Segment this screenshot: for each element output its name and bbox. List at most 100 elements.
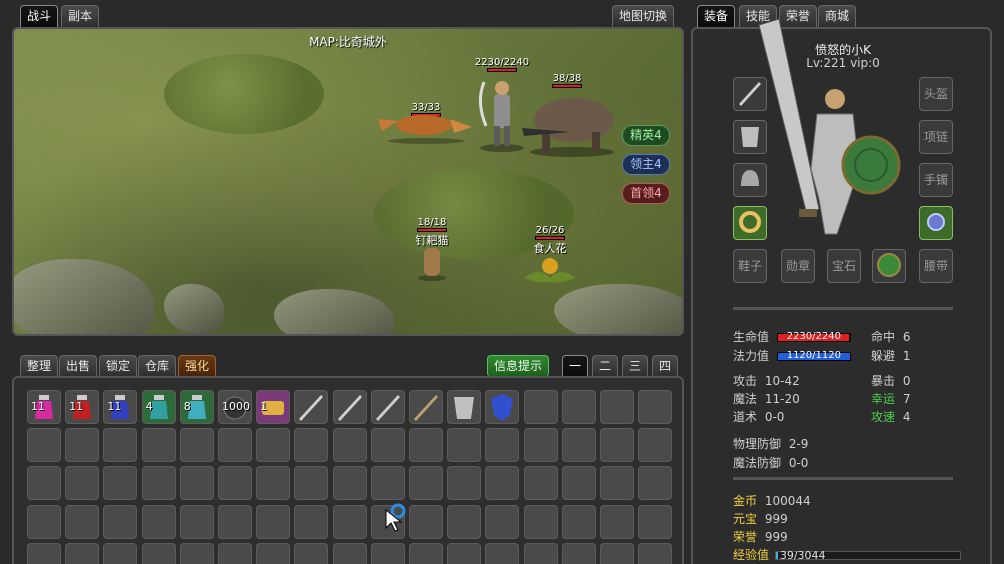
boss-filter-button[interactable]: 首领4 [622, 183, 670, 204]
inventory-slot[interactable] [523, 390, 558, 424]
inventory-slot[interactable] [561, 542, 596, 564]
equip-slot-helmet[interactable]: 头盔 [919, 77, 953, 111]
inventory-slot[interactable] [523, 542, 558, 564]
inventory-slot[interactable] [447, 466, 482, 501]
inventory-slot[interactable] [370, 466, 405, 501]
equip-slot-bracelet[interactable]: 手镯 [919, 163, 953, 197]
inventory-slot[interactable] [370, 542, 405, 564]
inventory-slot[interactable] [218, 542, 252, 564]
inventory-slot[interactable] [141, 466, 176, 501]
inventory-slot[interactable] [294, 466, 329, 501]
inventory-slot[interactable] [523, 466, 558, 501]
inventory-slot[interactable] [27, 428, 61, 463]
monster-cat[interactable]: 18/18 钉耙猫 [402, 217, 462, 285]
inventory-slot[interactable] [332, 504, 367, 539]
inventory-slot[interactable] [332, 466, 367, 501]
inventory-slot[interactable] [561, 466, 596, 501]
inventory-slot[interactable] [409, 504, 443, 539]
inventory-slot[interactable] [638, 466, 673, 501]
equip-slot-ring-right[interactable] [919, 206, 953, 240]
tab-sort[interactable]: 整理 [20, 355, 59, 377]
equip-slot-ring-left[interactable] [733, 206, 767, 240]
inventory-slot[interactable]: 8 [179, 390, 214, 424]
inventory-slot[interactable] [218, 504, 252, 539]
inventory-slot[interactable] [485, 390, 520, 424]
inventory-slot[interactable] [27, 542, 61, 564]
equip-slot-necklace[interactable]: 项链 [919, 120, 953, 154]
inventory-slot[interactable] [638, 390, 673, 424]
inventory-slot[interactable] [370, 428, 405, 463]
page-tab-3[interactable]: 三 [622, 355, 648, 377]
inventory-slot[interactable] [409, 428, 443, 463]
inventory-slot[interactable] [256, 428, 291, 463]
page-tab-1[interactable]: 一 [562, 355, 588, 377]
page-tab-2[interactable]: 二 [592, 355, 618, 377]
info-toggle-button[interactable]: 信息提示 [487, 355, 550, 377]
inventory-slot[interactable] [332, 428, 367, 463]
equip-slot-weapon[interactable] [733, 77, 767, 111]
inventory-slot[interactable] [179, 428, 214, 463]
elite-filter-button[interactable]: 精英4 [622, 125, 670, 146]
inventory-slot[interactable] [256, 504, 291, 539]
equip-slot-gem[interactable]: 宝石 [827, 249, 861, 283]
inventory-slot[interactable] [332, 390, 367, 424]
tab-warehouse[interactable]: 仓库 [138, 355, 177, 377]
inventory-slot[interactable] [600, 428, 634, 463]
inventory-slot[interactable] [447, 390, 482, 424]
inventory-slot[interactable] [294, 390, 329, 424]
inventory-slot[interactable] [447, 504, 482, 539]
inventory-slot[interactable] [141, 542, 176, 564]
inventory-slot[interactable] [27, 504, 61, 539]
inventory-slot[interactable] [103, 466, 138, 501]
inventory-slot[interactable] [447, 542, 482, 564]
inventory-slot[interactable] [523, 504, 558, 539]
monster-flower[interactable]: 26/26 食人花 [520, 225, 580, 291]
inventory-slot[interactable]: 1 [256, 390, 291, 424]
page-tab-4[interactable]: 四 [652, 355, 678, 377]
inventory-slot[interactable] [103, 542, 138, 564]
tab-equipment[interactable]: 装备 [697, 5, 736, 27]
inventory-slot[interactable] [141, 504, 176, 539]
inventory-slot[interactable]: 11 [65, 390, 100, 424]
inventory-slot[interactable] [523, 428, 558, 463]
inventory-slot[interactable] [141, 428, 176, 463]
inventory-slot[interactable] [218, 428, 252, 463]
inventory-slot[interactable] [561, 390, 596, 424]
inventory-slot[interactable] [485, 504, 520, 539]
inventory-slot[interactable] [294, 542, 329, 564]
inventory-slot[interactable] [179, 542, 214, 564]
monster-fox[interactable]: 33/33 劲狐 [376, 102, 476, 148]
inventory-slot[interactable] [103, 428, 138, 463]
equip-slot-belt[interactable]: 腰带 [919, 249, 953, 283]
inventory-slot[interactable] [332, 542, 367, 564]
inventory-slot[interactable] [27, 466, 61, 501]
equip-slot-armor[interactable] [733, 120, 767, 154]
inventory-slot[interactable] [65, 542, 100, 564]
inventory-slot[interactable]: 1000 [218, 390, 252, 424]
inventory-slot[interactable] [600, 390, 634, 424]
inventory-slot[interactable] [485, 466, 520, 501]
inventory-slot[interactable] [179, 504, 214, 539]
tab-sell[interactable]: 出售 [59, 355, 98, 377]
inventory-slot[interactable] [256, 542, 291, 564]
inventory-slot[interactable] [409, 542, 443, 564]
inventory-slot[interactable] [600, 466, 634, 501]
tab-lock[interactable]: 锁定 [99, 355, 138, 377]
lord-filter-button[interactable]: 领主4 [622, 154, 670, 175]
inventory-slot[interactable] [65, 504, 100, 539]
equip-slot-shield[interactable] [872, 249, 906, 283]
tab-enhance[interactable]: 强化 [178, 355, 217, 377]
map-switch-button[interactable]: 地图切换 [612, 5, 675, 27]
inventory-slot[interactable] [103, 504, 138, 539]
inventory-slot[interactable] [294, 428, 329, 463]
inventory-slot[interactable] [370, 390, 405, 424]
inventory-slot[interactable] [447, 428, 482, 463]
inventory-slot[interactable]: 4 [141, 390, 176, 424]
inventory-slot[interactable] [218, 466, 252, 501]
inventory-slot[interactable] [485, 428, 520, 463]
inventory-slot[interactable] [600, 542, 634, 564]
inventory-slot[interactable] [409, 390, 443, 424]
equip-slot-helmet-item[interactable] [733, 163, 767, 197]
equip-slot-boots[interactable]: 鞋子 [733, 249, 767, 283]
inventory-slot[interactable] [65, 428, 100, 463]
